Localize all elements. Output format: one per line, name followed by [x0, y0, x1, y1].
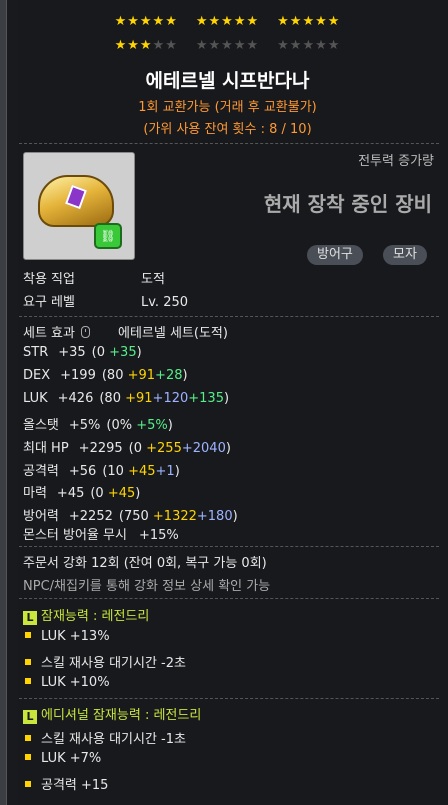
stat-breakdown: (0% +5%): [106, 417, 173, 433]
potential-line: LUK +10%: [25, 675, 110, 690]
additional-potential-line: 스킬 재사용 대기시간 -1초: [25, 728, 186, 747]
mouse-icon: [80, 326, 90, 338]
stat-total: +2295: [78, 440, 123, 456]
ignore-defense-stat: 몬스터 방어율 무시 +15%: [23, 524, 179, 543]
stat-total: +199: [60, 367, 96, 383]
divider: [19, 143, 439, 144]
stat-part: +180: [196, 509, 233, 525]
additional-potential-title: 에디셔널 잠재능력 : 레전드리: [41, 708, 202, 723]
stat-label: 방어력: [23, 509, 59, 525]
stat-row: DEX +199 (80 +91+28): [23, 368, 188, 383]
star-icon: ★★★★★: [277, 14, 341, 29]
additional-potential-line: 공격력 +15: [25, 774, 108, 793]
stat-total: +56: [68, 463, 97, 479]
stat-row: 올스탯 +5% (0% +5%): [23, 414, 173, 433]
stat-part: +28: [155, 367, 183, 383]
level-label: 요구 레벨: [23, 295, 75, 310]
category-tag-hat: 모자: [383, 245, 427, 265]
scissors-info: (가위 사용 잔여 횟수 : 8 / 10): [143, 122, 312, 137]
star-icon: ★★★★★: [195, 14, 260, 29]
legendary-badge-icon: L: [23, 710, 37, 724]
stat-breakdown: (80 +91+28): [101, 367, 188, 383]
legendary-badge-icon: L: [23, 611, 37, 625]
star-empty-icon: ★★★★★: [277, 38, 341, 53]
job-requirement: 착용 직업 도적: [23, 268, 165, 287]
star-icon: ★★★: [114, 38, 153, 53]
stat-total: +2252: [68, 509, 113, 525]
stat-part: +45: [128, 463, 156, 479]
star-icon: ★★★★★: [114, 14, 178, 29]
divider: [19, 598, 439, 599]
lock-icon: ⛓: [94, 223, 122, 249]
additional-potential-line: LUK +7%: [25, 751, 101, 766]
stat-total: +5%: [68, 417, 101, 433]
bandana-icon: [38, 175, 114, 227]
level-requirement: 요구 레벨 Lv. 250: [23, 291, 188, 310]
star-empty-icon: ★★★★★: [195, 38, 260, 53]
stat-label: LUK: [23, 390, 48, 406]
potential-title: 잠재능력 : 레전드리: [41, 609, 150, 624]
potential-header: L 잠재능력 : 레전드리: [23, 605, 149, 625]
stat-part: +45: [107, 486, 136, 502]
additional-potential-header: L 에디셔널 잠재능력 : 레전드리: [23, 704, 201, 724]
stat-row: STR +35 (0 +35): [23, 345, 142, 360]
potential-line: LUK +13%: [25, 629, 110, 644]
scroll-upgrade-info: 주문서 강화 12회 (잔여 0회, 복구 가능 0회): [23, 556, 267, 571]
equipped-status: 현재 장착 중인 장비: [263, 192, 432, 216]
upgrade-hint: NPC/채집키를 통해 강화 정보 상세 확인 가능: [23, 579, 271, 594]
stat-breakdown: (0 +255+2040): [128, 440, 231, 456]
divider: [19, 316, 439, 317]
set-effect: 세트 효과 에테르넬 세트(도적): [23, 322, 228, 341]
stat-total: +45: [56, 486, 85, 502]
ignore-defense-label: 몬스터 방어율 무시: [23, 528, 127, 543]
stat-breakdown: (0 +35): [91, 345, 142, 360]
stat-total: +426: [57, 390, 94, 406]
item-tooltip: ★★★★★ ★★★★★ ★★★★★ ★★★★★ ★★★★★ ★★★★★ 에테르넬 시프반…: [6, 0, 448, 805]
exchange-info: 1회 교환가능 (거래 후 교환불가): [138, 100, 317, 115]
stat-breakdown: (80 +91+120+135): [99, 390, 230, 406]
stat-row: 방어력 +2252 (750 +1322+180): [23, 505, 238, 524]
stat-breakdown: (0 +45): [90, 486, 141, 502]
set-label: 세트 효과: [23, 326, 75, 341]
item-name: 에테르넬 시프반다나: [145, 70, 310, 92]
stat-breakdown: (10 +45+1): [102, 463, 180, 479]
stat-part: +135: [188, 390, 224, 406]
level-value: Lv. 250: [141, 295, 189, 310]
stat-part: +91: [125, 390, 153, 406]
stat-part: +91: [127, 367, 156, 383]
star-force-row-2: ★★★★★ ★★★★★ ★★★★★: [7, 38, 448, 53]
set-value: 에테르넬 세트(도적): [117, 326, 228, 341]
potential-line: 스킬 재사용 대기시간 -2초: [25, 652, 186, 671]
divider: [19, 546, 439, 547]
ignore-defense-value: +15%: [138, 528, 179, 543]
category-tag-armor: 방어구: [307, 245, 363, 265]
stat-label: 공격력: [23, 463, 59, 479]
stat-row: 공격력 +56 (10 +45+1): [23, 460, 180, 479]
star-force-row-1: ★★★★★ ★★★★★ ★★★★★: [7, 14, 448, 29]
stat-row: LUK +426 (80 +91+120+135): [23, 391, 229, 406]
stat-total: +35: [58, 345, 86, 360]
stat-part: +1322: [152, 509, 197, 525]
stat-label: STR: [23, 345, 49, 360]
item-icon-frame: ⛓: [23, 152, 135, 260]
stat-row: 마력 +45 (0 +45): [23, 482, 140, 501]
job-value: 도적: [141, 272, 165, 287]
stat-part: +120: [152, 390, 189, 406]
combat-power-label: 전투력 증가량: [358, 154, 434, 169]
stat-part: +1: [155, 463, 175, 479]
stat-row: 최대 HP +2295 (0 +255+2040): [23, 437, 231, 456]
divider: [19, 698, 439, 699]
stat-label: 최대 HP: [23, 440, 69, 456]
stat-part: +2040: [181, 440, 226, 456]
stat-label: 올스탯: [23, 417, 59, 433]
stat-part: +35: [109, 345, 137, 360]
stat-label: DEX: [23, 367, 51, 383]
stat-breakdown: (750 +1322+180): [118, 509, 238, 525]
star-empty-icon: ★★: [152, 38, 178, 53]
stat-part: +255: [146, 440, 182, 456]
stat-part: +5%: [136, 417, 168, 433]
stat-label: 마력: [23, 486, 47, 502]
job-label: 착용 직업: [23, 272, 75, 287]
